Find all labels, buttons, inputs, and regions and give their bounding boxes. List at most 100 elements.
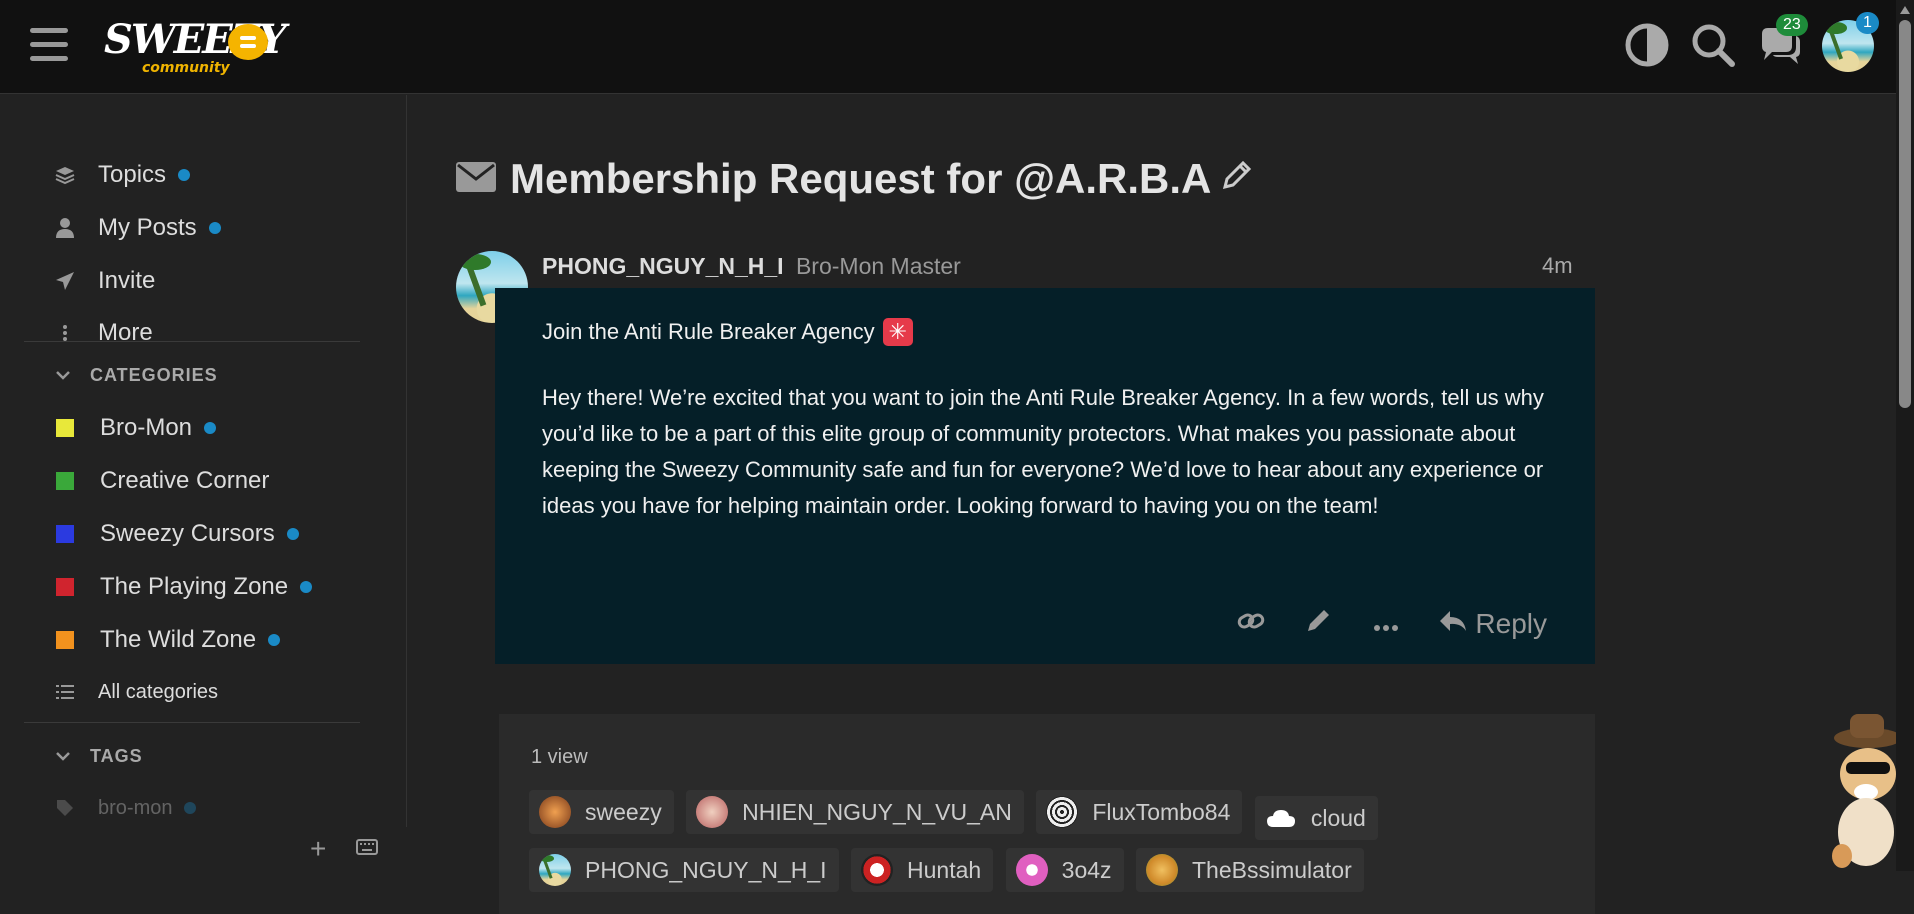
mascot-image [1820,714,1902,871]
search-icon[interactable] [1690,22,1738,70]
sidebar-item-topics[interactable]: Topics [52,157,191,193]
site-logo[interactable]: SWEEZY community [104,12,287,82]
sidebar-item-label: My Posts [98,214,197,241]
sidebar-item-my-posts[interactable]: My Posts [52,210,221,246]
post-body: Join the Anti Rule Breaker Agency ✳ Hey … [495,288,1595,664]
sidebar-item-label: More [98,319,153,346]
tags-section-toggle[interactable]: TAGS [56,746,143,767]
sidebar-item-all-categories[interactable]: All categories [52,674,218,710]
category-label: Sweezy Cursors [100,520,275,547]
participant-chip[interactable]: NHIEN_NGUY_N_VU_AN [686,790,1024,834]
sidebar: Topics My Posts Invite More CATEGORIES B… [0,95,407,871]
topic-title-row: Membership Request for @A.R.B.A [456,155,1253,203]
participant-avatar [861,854,894,886]
category-color-swatch [56,525,74,543]
category-label: Bro-Mon [100,414,193,441]
participant-name: Huntah [907,856,982,883]
chevron-down-icon [56,748,70,766]
participant-avatar [1015,854,1048,886]
sidebar-item-invite[interactable]: Invite [52,263,155,299]
edit-pencil-icon[interactable] [1305,606,1333,641]
participant-chip[interactable]: 3o4z [1005,848,1124,892]
sidebar-item-category[interactable]: The Playing Zone [52,569,313,605]
sidebar-item-category[interactable]: Creative Corner [52,463,269,499]
participant-chip[interactable]: FluxTombo84 [1036,790,1243,834]
unread-dot [268,634,281,646]
post-timestamp[interactable]: 4m [1542,253,1573,279]
post-heading-text: Join the Anti Rule Breaker Agency [542,319,875,344]
categories-heading: CATEGORIES [90,365,218,385]
category-color-swatch [56,419,74,437]
post-username[interactable]: PHONG_NGUY_N_H_I [542,253,784,279]
sidebar-footer: + [0,827,407,871]
add-icon[interactable]: + [310,833,326,865]
more-actions-icon[interactable] [1373,608,1399,639]
logo-chat-bubble-icon [228,24,268,60]
unread-dot [300,581,313,593]
categories-section-toggle[interactable]: CATEGORIES [56,365,218,386]
chat-badge: 23 [1776,14,1808,36]
list-icon [52,685,78,699]
participants-list: sweezy NHIEN_NGUY_N_VU_AN FluxTombo84 cl… [529,790,1589,900]
post-meta: PHONG_NGUY_N_H_I Bro-Mon Master [542,253,961,280]
participant-name: sweezy [585,798,662,825]
sidebar-item-label: Topics [98,161,167,188]
unread-dot [286,528,299,540]
reply-button[interactable]: Reply [1439,607,1547,641]
user-notification-badge: 1 [1856,12,1879,34]
participant-name: 3o4z [1061,856,1112,883]
participant-name: cloud [1310,804,1366,831]
category-label: The Wild Zone [100,626,257,653]
scroll-up-arrow-icon[interactable] [1900,6,1910,14]
participant-avatar [1046,796,1079,828]
sidebar-item-category[interactable]: Bro-Mon [52,410,217,446]
category-color-swatch [56,472,74,490]
sidebar-item-label: Invite [98,267,156,294]
participant-chip[interactable]: Huntah [851,848,994,892]
divider [24,341,360,342]
participant-avatar [539,796,571,828]
participant-chip[interactable]: cloud [1254,796,1378,840]
theme-toggle-icon[interactable] [1624,22,1672,70]
sidebar-item-more[interactable]: More [52,315,153,351]
layers-icon [52,165,78,185]
participant-name: TheBssimulator [1191,856,1352,883]
view-count: 1 view [531,746,588,768]
tags-heading: TAGS [90,746,143,766]
hamburger-menu-icon[interactable] [30,28,68,64]
unread-dot [204,422,217,434]
reply-label: Reply [1475,607,1547,639]
category-label: Creative Corner [100,467,270,494]
participant-name: FluxTombo84 [1092,798,1231,825]
sidebar-item-category[interactable]: The Wild Zone [52,622,281,658]
sidebar-item-category[interactable]: Sweezy Cursors [52,516,299,552]
sidebar-item-tag[interactable]: bro-mon [52,790,197,826]
paper-plane-icon [52,271,78,291]
participant-avatar [696,796,729,828]
tag-icon [52,799,78,817]
participant-avatar [1145,854,1178,886]
topic-summary: 1 view sweezy NHIEN_NGUY_N_VU_AN FluxTom… [499,714,1595,914]
participant-chip[interactable]: sweezy [529,790,674,834]
keyboard-icon[interactable] [356,839,378,860]
scrollbar-thumb[interactable] [1899,20,1911,408]
user-icon [52,218,78,238]
page-scrollbar[interactable] [1896,0,1914,871]
sidebar-item-label: bro-mon [98,796,173,819]
sidebar-item-label: All categories [98,680,219,703]
link-icon[interactable] [1237,608,1265,639]
page-title: Membership Request for @A.R.B.A [510,155,1212,202]
participant-name: NHIEN_NGUY_N_VU_AN [742,798,1012,825]
chat-icon[interactable]: 23 [1756,14,1808,70]
category-color-swatch [56,631,74,649]
reply-arrow-icon [1439,607,1467,641]
participant-name: PHONG_NGUY_N_H_I [585,856,827,883]
category-color-swatch [56,578,74,596]
unread-dot [178,169,191,181]
post-heading-line: Join the Anti Rule Breaker Agency ✳ [542,318,913,346]
edit-title-pencil-icon[interactable] [1221,159,1253,200]
participant-chip[interactable]: PHONG_NGUY_N_H_I [529,848,839,892]
participant-chip[interactable]: TheBssimulator [1135,848,1364,892]
siren-emoji-icon: ✳ [882,318,913,346]
participant-avatar [539,854,571,886]
